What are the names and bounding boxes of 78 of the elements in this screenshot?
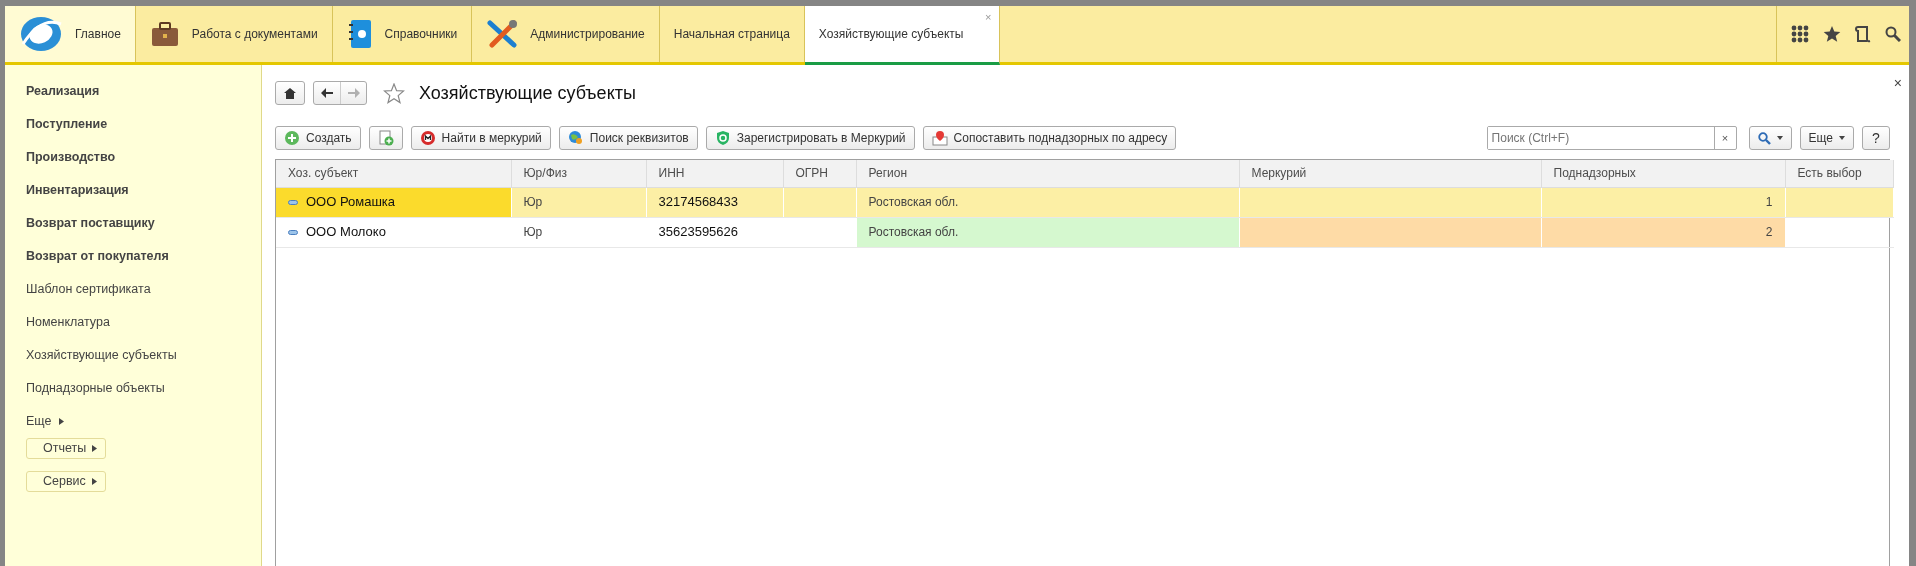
table-row[interactable]: ООО Ромашка Юр 32174568433 Ростовская обл. 1 — [276, 187, 1893, 217]
briefcase-icon — [149, 20, 180, 48]
sidebar-link[interactable]: Поступление — [26, 108, 261, 141]
column-header[interactable]: ОГРН — [783, 160, 856, 187]
map-pin-icon — [931, 130, 948, 146]
caret-down-icon — [1839, 136, 1845, 140]
favorite-star-icon[interactable] — [383, 82, 405, 104]
collapse-icon — [288, 229, 298, 235]
entity-name: ООО Молоко — [306, 223, 386, 242]
right-arrow-icon — [347, 88, 360, 98]
table-cell: Ростовская обл. — [856, 187, 1239, 217]
column-header[interactable]: ИНН — [646, 160, 783, 187]
toolbar-button[interactable]: Зарегистрировать в Меркурий — [705, 126, 915, 150]
table-cell: Юр — [511, 217, 646, 247]
left-arrow-icon — [321, 88, 333, 98]
column-header[interactable]: Меркурий — [1239, 160, 1541, 187]
sidebar-link[interactable]: Производство — [26, 141, 261, 174]
table-cell: Ростовская обл. — [856, 217, 1239, 247]
clear-search-button[interactable]: × — [1713, 127, 1736, 149]
table-cell: 1 — [1541, 187, 1785, 217]
star-icon — [1823, 25, 1841, 43]
toolbar-button[interactable]: Найти в меркурий — [410, 126, 551, 150]
home-button[interactable] — [275, 81, 305, 105]
section-tab[interactable]: Администрирование — [472, 6, 660, 62]
sidebar-link[interactable]: Возврат поставщику — [26, 207, 261, 240]
add-icon — [284, 130, 300, 146]
caret-icon — [92, 445, 98, 452]
column-header[interactable]: Поднадзорных — [1541, 160, 1785, 187]
search-dropdown-button[interactable] — [1748, 126, 1792, 150]
sidebar-link[interactable]: Хозяйствующие субъекты — [26, 339, 261, 372]
tools-icon — [486, 19, 519, 49]
toolbar-button[interactable]: Поиск реквизитов — [558, 126, 698, 150]
table-cell: Юр — [511, 187, 646, 217]
open-tab[interactable]: Начальная страница — [659, 6, 805, 62]
more-button[interactable]: Еще — [1799, 126, 1854, 150]
toolbar-button[interactable]: Создать — [275, 126, 361, 150]
entity-name: ООО Ромашка — [306, 193, 396, 212]
sidebar-link[interactable]: Номенклатура — [26, 306, 261, 339]
table-cell: 2 — [1541, 217, 1785, 247]
caret-icon — [91, 478, 97, 485]
toolbar-button[interactable]: Сопоставить поднадзорных по адресу — [922, 126, 1177, 150]
document-add-icon — [377, 130, 394, 146]
collapse-icon — [288, 199, 298, 205]
open-tab[interactable]: Хозяйствующие субъекты × — [804, 6, 1001, 65]
sidebar-link[interactable]: Возврат от покупателя — [26, 240, 261, 273]
notebook-icon — [346, 19, 373, 49]
shield-icon — [714, 130, 731, 146]
column-header[interactable]: Юр/Физ — [511, 160, 646, 187]
table-cell: 32174568433 — [646, 187, 783, 217]
section-tab[interactable]: Справочники — [332, 6, 473, 62]
icon-button[interactable] — [368, 126, 403, 150]
form-title: Хозяйствующие субъекты — [419, 81, 636, 105]
column-header[interactable]: Есть выбор — [1785, 160, 1893, 187]
column-header[interactable]: Регион — [856, 160, 1239, 187]
more-link[interactable]: Еще — [26, 412, 52, 431]
section-tab[interactable]: Работа с документами — [135, 6, 333, 62]
help-button[interactable]: ? — [1862, 126, 1890, 150]
caret-down-icon — [1776, 136, 1783, 140]
sidebar-menu-button[interactable]: Отчеты — [26, 438, 107, 459]
section-tab[interactable]: Главное — [5, 6, 136, 62]
sidebar-link[interactable]: Шаблон сертификата — [26, 273, 261, 306]
home-icon — [284, 87, 296, 99]
column-header[interactable]: Хоз. субъект — [276, 160, 511, 187]
search-icon — [1885, 26, 1901, 42]
table-row[interactable]: ООО Молоко Юр 35623595626 Ростовская обл. 2 — [276, 217, 1893, 247]
sidebar-link[interactable]: Поднадзорные объекты — [26, 372, 261, 405]
sidebar-menu-button[interactable]: Сервис — [26, 471, 106, 492]
globe-icon — [567, 130, 584, 146]
sidebar-link[interactable]: Инвентаризация — [26, 174, 261, 207]
apps-grid-icon — [1791, 25, 1809, 43]
scroll-icon — [1855, 25, 1871, 43]
sidebar-link[interactable]: Реализация — [26, 75, 261, 108]
caret-icon — [59, 418, 65, 425]
search-icon — [1757, 131, 1771, 145]
search-box[interactable]: Поиск (Ctrl+F) × — [1486, 126, 1737, 150]
table-cell: 35623595626 — [646, 217, 783, 247]
logo-icon — [19, 14, 63, 54]
close-form-button[interactable]: × — [1893, 73, 1902, 94]
